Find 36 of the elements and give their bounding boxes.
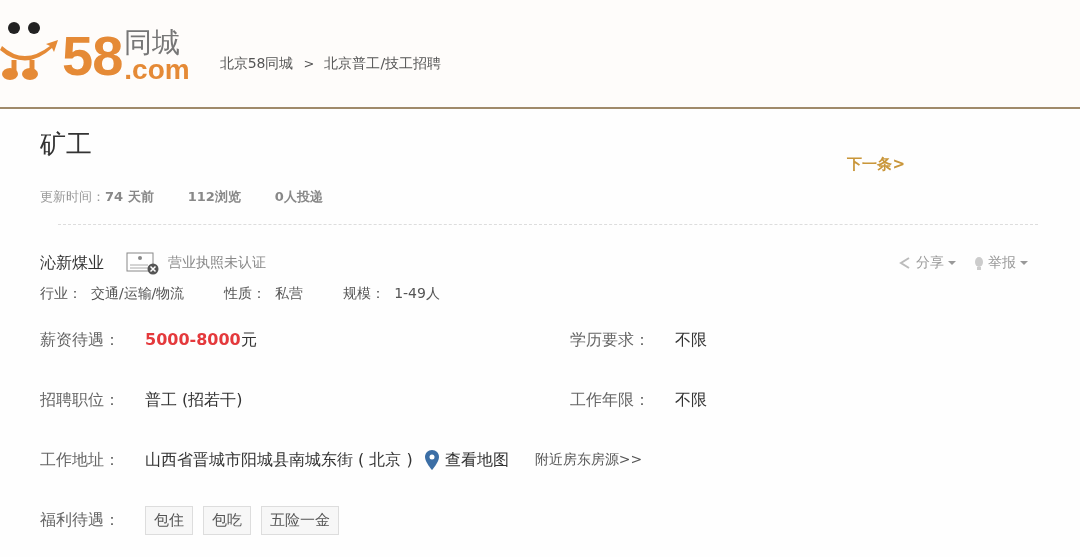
logo-number: 58 bbox=[62, 29, 123, 82]
job-title: 矿工 bbox=[40, 128, 92, 161]
field-label: 福利待遇： bbox=[40, 509, 121, 531]
nearby-housing-link[interactable]: 附近房东房源>> bbox=[534, 451, 643, 469]
benefit-tag: 五险一金 bbox=[261, 505, 339, 535]
salary-value: 5000-8000元 bbox=[145, 329, 257, 351]
address-value: 山西省晋城市阳城县南城东街 ( 北京 ) bbox=[145, 449, 413, 471]
field-label: 工作地址： bbox=[40, 449, 121, 471]
benefit-tag: 包吃 bbox=[203, 505, 251, 535]
meta-info: 更新时间：74 天前 bbox=[40, 188, 154, 206]
breadcrumb-link[interactable]: 北京58同城 bbox=[219, 54, 294, 73]
company-fact: 行业： 交通/运输/物流 bbox=[40, 285, 185, 303]
company-fact: 性质： 私营 bbox=[224, 285, 304, 303]
map-pin-icon[interactable] bbox=[424, 450, 439, 470]
caret-icon bbox=[1020, 260, 1028, 266]
meta-info: 112浏览 bbox=[187, 188, 241, 206]
breadcrumb-separator: > bbox=[303, 56, 315, 71]
breadcrumb-link[interactable]: 北京普工/技工招聘 bbox=[324, 54, 442, 73]
company-name: 沁新煤业 bbox=[40, 252, 104, 274]
meta-info: 0人投递 bbox=[274, 188, 323, 206]
field-label: 招聘职位： bbox=[40, 389, 121, 411]
caret-icon bbox=[948, 260, 956, 266]
logo-domain: .com bbox=[124, 57, 190, 82]
view-map-link[interactable]: 查看地图 bbox=[444, 449, 509, 471]
field-label: 学历要求： bbox=[570, 329, 651, 351]
license-status: 营业执照未认证 bbox=[168, 254, 266, 272]
company-fact: 规模： 1-49人 bbox=[343, 285, 440, 303]
field-value: 不限 bbox=[675, 329, 707, 351]
bulb-icon bbox=[974, 256, 984, 270]
field-value: 不限 bbox=[675, 389, 707, 411]
benefit-tag: 包住 bbox=[145, 505, 193, 535]
field-label: 薪资待遇： bbox=[40, 329, 121, 351]
logo-text: 同城 bbox=[124, 27, 182, 58]
field-label: 工作年限： bbox=[570, 389, 651, 411]
field-value: 普工 (招若干) bbox=[145, 389, 243, 411]
share-icon bbox=[898, 256, 912, 270]
